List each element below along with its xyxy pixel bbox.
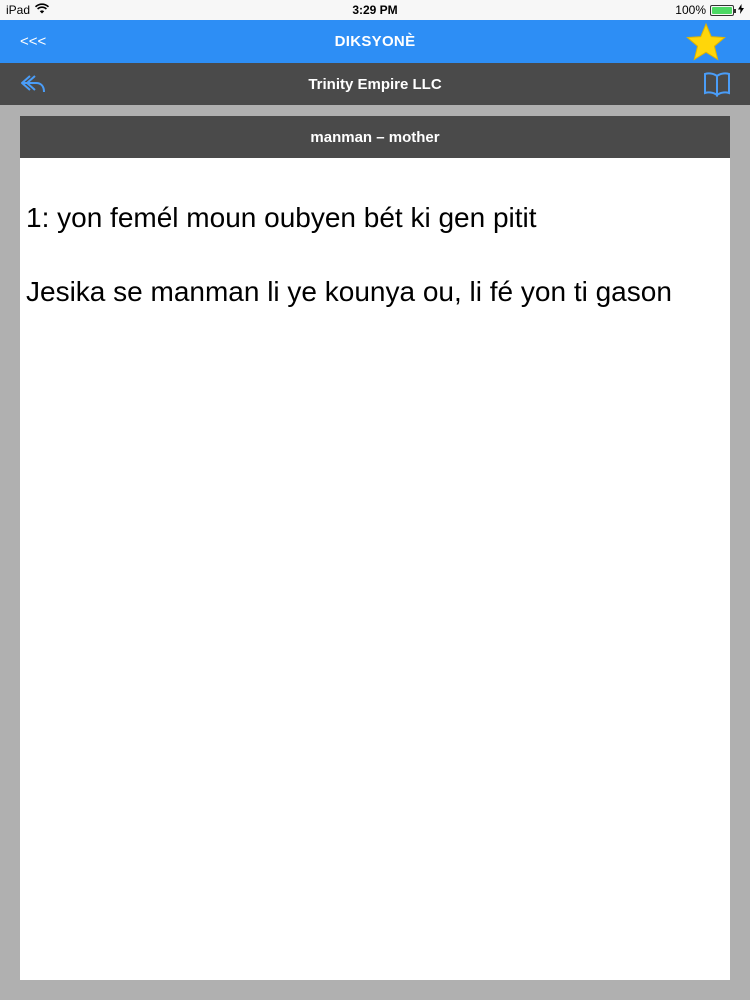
entry-header: manman – mother — [20, 116, 730, 158]
status-right: 100% — [675, 3, 744, 17]
battery-fill — [712, 6, 732, 14]
charging-icon — [738, 3, 744, 17]
back-button[interactable]: <<< — [20, 20, 46, 63]
share-button[interactable] — [18, 71, 48, 97]
definition-text: 1: yon femél moun oubyen bét ki gen piti… — [26, 202, 537, 233]
app-title: DIKSYONÈ — [334, 33, 416, 50]
favorite-star-button[interactable] — [686, 22, 726, 62]
nav-bar: <<< DIKSYONÈ — [0, 20, 750, 63]
star-icon — [686, 22, 726, 61]
example-text: Jesika se manman li ye kounya ou, li fé … — [26, 276, 672, 307]
entry-body: 1: yon femél moun oubyen bét ki gen piti… — [20, 158, 730, 310]
entry-card: manman – mother 1: yon femél moun oubyen… — [20, 116, 730, 980]
device-name: iPad — [6, 3, 31, 17]
sub-bar: Trinity Empire LLC — [0, 63, 750, 105]
reply-icon — [21, 75, 45, 93]
status-time: 3:29 PM — [352, 3, 398, 17]
battery-percent: 100% — [675, 3, 706, 17]
status-bar: iPad 3:29 PM 100% — [0, 0, 750, 20]
battery-icon — [710, 4, 736, 16]
dictionary-button[interactable] — [702, 71, 732, 97]
book-icon — [704, 72, 730, 97]
wifi-icon — [34, 3, 50, 17]
status-left: iPad — [6, 3, 50, 17]
publisher-title: Trinity Empire LLC — [308, 75, 442, 93]
